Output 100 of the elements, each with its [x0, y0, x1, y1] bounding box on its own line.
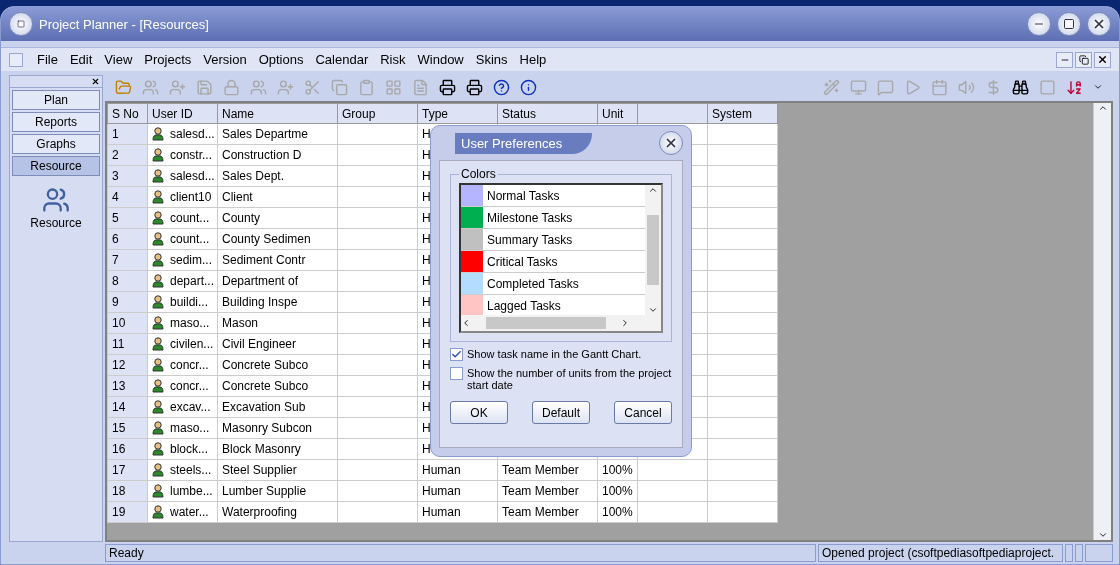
person-icon [152, 295, 164, 309]
horizontal-scrollbar[interactable] [461, 315, 661, 331]
printer-icon[interactable] [439, 78, 456, 96]
table-cell: count... [170, 232, 210, 246]
person-icon [152, 484, 164, 498]
square-icon [17, 20, 25, 28]
vertical-scrollbar[interactable] [1093, 103, 1111, 540]
menu-item[interactable]: Calendar [309, 52, 375, 67]
row-number: 15 [107, 417, 148, 439]
sidebar-button[interactable]: Resource [12, 156, 100, 176]
column-header[interactable]: Name [217, 103, 338, 124]
checkbox[interactable] [450, 367, 463, 380]
row-number: 5 [107, 207, 148, 229]
close-button[interactable] [1094, 51, 1111, 68]
column-header[interactable]: User ID [147, 103, 218, 124]
document-menu-icon[interactable] [9, 52, 23, 67]
people-icon[interactable] [42, 186, 70, 214]
menu-item[interactable]: Skins [469, 52, 514, 67]
color-swatch[interactable] [461, 207, 483, 228]
system-menu-button[interactable] [9, 12, 33, 36]
person-icon [152, 421, 164, 435]
menu-item[interactable]: Version [197, 52, 253, 67]
checkbox[interactable] [450, 348, 463, 361]
person-icon [152, 505, 164, 519]
row-number: 13 [107, 375, 148, 397]
dialog-button[interactable]: OK [450, 401, 508, 424]
table-cell: constr... [170, 148, 213, 162]
column-header[interactable] [637, 103, 708, 124]
column-header[interactable]: System [707, 103, 778, 124]
table-cell: civilen... [170, 337, 214, 351]
table-cell: depart... [170, 274, 215, 288]
person-icon [152, 358, 164, 372]
color-list[interactable]: Normal Tasks Milestone Tasks Summary Tasks Critical Tasks Completed Tasks Lagged Tasks [459, 183, 663, 333]
table-cell: concr... [170, 379, 209, 393]
menu-item[interactable]: Edit [63, 52, 99, 67]
color-swatch[interactable] [461, 251, 483, 272]
table-cell: client10 [170, 190, 212, 204]
table-cell: concr... [170, 358, 209, 372]
close-icon[interactable] [91, 77, 100, 86]
table-cell: excav... [170, 400, 211, 414]
row-number: 11 [107, 333, 148, 355]
status-pane [1075, 544, 1083, 562]
search-icon[interactable] [1012, 78, 1029, 96]
column-header[interactable]: Status [497, 103, 598, 124]
print-preview-icon[interactable] [466, 78, 483, 96]
person-icon [152, 337, 164, 351]
person-icon [152, 442, 164, 456]
column-header[interactable]: Group [337, 103, 418, 124]
open-folder-icon[interactable] [115, 78, 132, 96]
minimize-button[interactable] [1027, 12, 1051, 36]
help-icon[interactable] [493, 78, 510, 96]
person-icon [152, 211, 164, 225]
menu-item[interactable]: Projects [138, 52, 198, 67]
table-cell: salesd... [170, 169, 215, 183]
table-cell: count... [170, 211, 210, 225]
sort-icon[interactable] [1066, 78, 1083, 96]
dialog-title: User Preferences [455, 132, 593, 154]
vertical-scrollbar[interactable] [645, 185, 661, 315]
menu-item[interactable]: File [31, 52, 64, 67]
person-icon [152, 127, 164, 141]
sidebar-button[interactable]: Graphs [12, 134, 100, 154]
row-number: 12 [107, 354, 148, 376]
column-header[interactable]: S No [107, 103, 148, 124]
row-number: 18 [107, 480, 148, 502]
table-cell: sedim... [170, 253, 212, 267]
color-swatch[interactable] [461, 273, 483, 294]
maximize-button[interactable] [1057, 12, 1081, 36]
color-swatch[interactable] [461, 185, 483, 206]
menu-item[interactable]: Risk [374, 52, 412, 67]
status-pane [1065, 544, 1073, 562]
menu-item[interactable]: View [98, 52, 139, 67]
column-header[interactable]: Type [417, 103, 498, 124]
person-icon [152, 463, 164, 477]
dropdown-icon[interactable] [1093, 82, 1103, 92]
color-swatch[interactable] [461, 229, 483, 250]
menu-item[interactable]: Window [411, 52, 470, 67]
row-number: 14 [107, 396, 148, 418]
close-button[interactable] [659, 131, 683, 155]
close-button[interactable] [1087, 12, 1111, 36]
table-cell: salesd... [170, 127, 215, 141]
sidebar-button[interactable]: Plan [12, 90, 100, 110]
row-number: 7 [107, 249, 148, 271]
table-cell: water... [170, 505, 209, 519]
table-cell: steels... [170, 463, 212, 477]
sidebar-button[interactable]: Reports [12, 112, 100, 132]
info-icon[interactable] [520, 78, 537, 96]
restore-button[interactable] [1075, 51, 1092, 68]
menu-item[interactable]: Help [513, 52, 553, 67]
person-icon [152, 274, 164, 288]
dialog-button[interactable]: Default [532, 401, 590, 424]
row-number: 2 [107, 144, 148, 166]
maximize-icon [1063, 18, 1075, 30]
dialog-button[interactable]: Cancel [614, 401, 672, 424]
person-icon [152, 169, 164, 183]
column-header[interactable]: Unit [597, 103, 638, 124]
person-icon [152, 148, 164, 162]
person-icon [152, 400, 164, 414]
color-swatch[interactable] [461, 295, 483, 315]
row-number: 1 [107, 123, 148, 145]
menu-item[interactable]: Options [252, 52, 310, 67]
